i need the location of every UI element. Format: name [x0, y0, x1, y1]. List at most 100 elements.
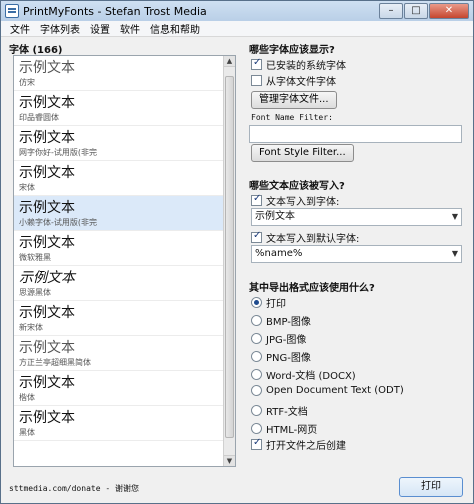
font-list-items: 示例文本 仿宋 示例文本 印品睿圆体 示例文本 网字你好-试用版(非完 示例文本 宋体 示例文本…	[14, 56, 235, 441]
format-title: 其中导出格式应该使用什么?	[249, 283, 375, 294]
which-fonts-title: 哪些字体应该显示?	[249, 45, 335, 56]
scroll-thumb[interactable]	[225, 76, 234, 438]
maximize-button[interactable]: □	[404, 3, 428, 19]
open-after-checkbox[interactable]	[251, 437, 262, 450]
export-format-option[interactable]: BMP-图像	[251, 313, 311, 328]
font-list-item[interactable]: 示例文本 方正兰亭超细黑简体	[14, 336, 235, 371]
font-list-item[interactable]: 示例文本 网字你好-试用版(非完	[14, 126, 235, 161]
font-name-filter-label: Font Name Filter:	[251, 113, 333, 122]
scroll-up-icon[interactable]: ▲	[224, 56, 235, 67]
window-controls: – □ ✕	[379, 3, 469, 19]
font-list-item[interactable]: 示例文本 黑体	[14, 406, 235, 441]
which-text-title: 哪些文本应该被写入?	[249, 181, 345, 192]
font-list-item[interactable]: 示例文本小赖字体-试用版(非完	[14, 196, 235, 231]
minimize-button[interactable]: –	[379, 3, 403, 19]
export-format-label: RTF-文档	[266, 407, 308, 418]
scroll-down-icon[interactable]: ▼	[224, 455, 235, 466]
font-sample-text: 示例文本	[19, 270, 75, 286]
font-sample-text: 示例文本	[19, 95, 75, 111]
menu-font-list[interactable]: 字体列表	[35, 21, 85, 36]
font-sample-text: 示例文本	[19, 410, 75, 426]
radio-button[interactable]	[251, 423, 262, 434]
font-list-item[interactable]: 示例文本 宋体	[14, 161, 235, 196]
installed-fonts-option[interactable]: 已安装的系统字体	[251, 57, 346, 72]
font-list-item[interactable]: 示例文本 思源黑体	[14, 266, 235, 301]
radio-button[interactable]	[251, 351, 262, 362]
font-sample-text: 示例文本	[19, 165, 75, 181]
export-format-label: BMP-图像	[266, 317, 311, 328]
font-style-filter-button[interactable]: Font Style Filter...	[251, 144, 354, 162]
menu-file[interactable]: 文件	[5, 21, 35, 36]
font-name: 微软雅黑	[19, 253, 51, 262]
menu-bar: 文件 字体列表 设置 软件 信息和帮助	[1, 21, 473, 37]
font-list-item[interactable]: 示例文本 印品睿圆体	[14, 91, 235, 126]
open-after-option[interactable]: 打开文件之后创建	[251, 437, 346, 452]
radio-button[interactable]	[251, 369, 262, 380]
font-name: 仿宋	[19, 78, 35, 87]
close-button[interactable]: ✕	[429, 3, 469, 19]
font-list-item[interactable]: 示例文本 仿宋	[14, 56, 235, 91]
export-format-option[interactable]: HTML-网页	[251, 421, 317, 436]
dropdown-arrow-icon: ▼	[451, 249, 458, 258]
from-file-option[interactable]: 从字体文件字体	[251, 73, 336, 88]
export-format-option[interactable]: PNG-图像	[251, 349, 311, 364]
write-default-select-value: %name%	[255, 248, 303, 259]
write-text-checkbox[interactable]	[251, 193, 262, 206]
font-name: 网字你好-试用版(非完	[19, 148, 98, 157]
write-text-label: 文本写入到字体:	[266, 197, 340, 208]
font-name: 黑体	[19, 428, 35, 437]
font-sample-text: 示例文本	[19, 340, 75, 356]
font-list[interactable]: 示例文本 仿宋 示例文本 印品睿圆体 示例文本 网字你好-试用版(非完 示例文本 宋体 示例文本…	[13, 55, 236, 467]
export-format-label: Open Document Text (ODT)	[266, 385, 404, 396]
export-format-label: 打印	[266, 299, 286, 310]
font-name: 思源黑体	[19, 288, 51, 297]
app-icon	[5, 4, 19, 18]
export-format-option[interactable]: 打印	[251, 295, 286, 310]
font-list-item[interactable]: 示例文本 新宋体	[14, 301, 235, 336]
font-list-item[interactable]: 示例文本 微软雅黑	[14, 231, 235, 266]
donate-link[interactable]: sttmedia.com/donate - 谢谢您	[9, 483, 139, 494]
font-sample-text: 示例文本	[19, 60, 75, 76]
from-file-label: 从字体文件字体	[266, 77, 336, 88]
radio-button[interactable]	[251, 297, 262, 308]
print-button[interactable]: 打印	[399, 477, 463, 497]
radio-button[interactable]	[251, 405, 262, 416]
write-text-option[interactable]: 文本写入到字体:	[251, 193, 339, 208]
write-default-select[interactable]: %name% ▼	[251, 245, 462, 263]
menu-settings[interactable]: 设置	[85, 21, 115, 36]
write-default-label: 文本写入到默认字体:	[266, 234, 360, 245]
radio-button[interactable]	[251, 385, 262, 396]
export-format-option[interactable]: Word-文档 (DOCX)	[251, 367, 356, 382]
font-sample-text: 示例文本	[19, 200, 75, 216]
write-default-checkbox[interactable]	[251, 230, 262, 243]
font-name-filter-input[interactable]	[249, 125, 462, 143]
export-format-option[interactable]: Open Document Text (ODT)	[251, 385, 404, 396]
radio-button[interactable]	[251, 315, 262, 326]
export-format-label: JPG-图像	[266, 335, 307, 346]
font-list-scrollbar[interactable]: ▲ ▼	[223, 56, 235, 466]
font-name: 小赖字体-试用版(非完	[19, 218, 98, 227]
menu-software[interactable]: 软件	[115, 21, 145, 36]
export-format-label: PNG-图像	[266, 353, 311, 364]
radio-button[interactable]	[251, 333, 262, 344]
from-file-checkbox[interactable]	[251, 75, 262, 86]
installed-fonts-label: 已安装的系统字体	[266, 61, 346, 72]
export-format-option[interactable]: JPG-图像	[251, 331, 306, 346]
app-window: PrintMyFonts - Stefan Trost Media – □ ✕ …	[0, 0, 474, 504]
manage-fonts-button[interactable]: 管理字体文件...	[251, 91, 337, 109]
write-text-select[interactable]: 示例文本 ▼	[251, 208, 462, 226]
font-name: 楷体	[19, 393, 35, 402]
write-default-option[interactable]: 文本写入到默认字体:	[251, 230, 359, 245]
font-sample-text: 示例文本	[19, 375, 75, 391]
open-after-label: 打开文件之后创建	[266, 441, 346, 452]
window-title: PrintMyFonts - Stefan Trost Media	[23, 4, 207, 18]
dropdown-arrow-icon: ▼	[451, 212, 458, 221]
font-list-header: 字体 (166)	[9, 45, 63, 56]
export-format-option[interactable]: RTF-文档	[251, 403, 308, 418]
menu-help[interactable]: 信息和帮助	[145, 21, 205, 36]
font-list-item[interactable]: 示例文本 楷体	[14, 371, 235, 406]
font-name: 印品睿圆体	[19, 113, 59, 122]
title-bar[interactable]: PrintMyFonts - Stefan Trost Media – □ ✕	[1, 1, 473, 21]
font-name: 新宋体	[19, 323, 43, 332]
installed-fonts-checkbox[interactable]	[251, 57, 262, 70]
